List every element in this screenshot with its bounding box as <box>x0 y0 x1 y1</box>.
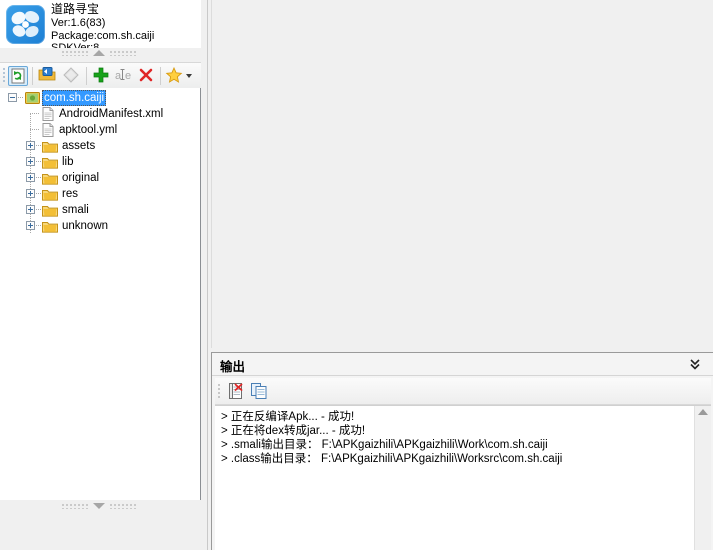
expand-expander-icon[interactable] <box>26 221 35 230</box>
tree-row[interactable]: original <box>0 170 200 186</box>
splitter-grip-right <box>110 51 138 56</box>
left-bottom-filler <box>0 512 207 550</box>
log-line: > 正在反编译Apk... - 成功! <box>221 411 355 423</box>
tree-bottom-splitter[interactable] <box>0 500 207 512</box>
output-toolbar-grip[interactable] <box>218 384 221 398</box>
folder-icon <box>42 204 58 217</box>
tree-row[interactable]: apktool.yml <box>0 122 200 138</box>
tree-row[interactable]: assets <box>0 138 200 154</box>
tree-node-label[interactable]: smali <box>60 202 91 218</box>
tree-row[interactable]: AndroidManifest.xml <box>0 106 200 122</box>
splitter-grip-left <box>62 504 90 509</box>
scroll-up-arrow-icon[interactable] <box>698 409 708 415</box>
expand-expander-icon[interactable] <box>26 157 35 166</box>
tree-connector <box>36 209 41 210</box>
app-info-header: 道路寻宝 Ver:1.6(83) Package:com.sh.caiji SD… <box>0 0 207 48</box>
svg-text:e: e <box>125 70 131 82</box>
tree-connector <box>36 177 41 178</box>
caret-down-icon[interactable] <box>186 74 192 78</box>
app-version: Ver:1.6(83) <box>51 17 106 29</box>
splitter-line <box>207 0 208 550</box>
collapse-expander-icon[interactable] <box>8 93 17 102</box>
toolbar-separator-2 <box>86 67 87 85</box>
folder-icon <box>42 140 58 153</box>
tree-node-label[interactable]: assets <box>60 138 97 154</box>
double-chevron-down-icon[interactable] <box>688 357 702 371</box>
butterfly-app-icon <box>6 5 45 44</box>
toolbar-grip[interactable] <box>3 68 6 84</box>
tree-connector <box>36 145 41 146</box>
tree-row[interactable]: unknown <box>0 218 200 234</box>
expand-expander-icon[interactable] <box>26 141 35 150</box>
folder-icon <box>42 220 58 233</box>
folder-icon <box>42 188 58 201</box>
tree-node-label[interactable]: original <box>60 170 101 186</box>
tree-connector <box>36 161 41 162</box>
tree-connector <box>30 129 40 130</box>
favorite-button[interactable] <box>165 66 185 86</box>
triangle-up-icon[interactable] <box>93 50 105 56</box>
compile-button[interactable] <box>62 66 82 86</box>
log-line: > .class输出目录： F:\APKgaizhili\APKgaizhili… <box>221 453 563 465</box>
tree-row[interactable]: com.sh.caiji <box>0 90 200 106</box>
expand-expander-icon[interactable] <box>26 205 35 214</box>
editor-area[interactable] <box>211 0 713 348</box>
tree-connector <box>30 113 40 114</box>
app-name: 道路寻宝 <box>51 2 100 16</box>
copy-output-button[interactable] <box>250 382 268 400</box>
triangle-down-icon[interactable] <box>93 503 105 509</box>
apk-package-icon <box>25 91 40 105</box>
svg-text:a: a <box>115 70 122 82</box>
tree-row[interactable]: res <box>0 186 200 202</box>
output-log[interactable]: > 正在反编译Apk... - 成功! > 正在将dex转成jar... - 成… <box>215 405 711 550</box>
splitter-grip-right <box>110 504 138 509</box>
log-line: > .smali输出目录： F:\APKgaizhili\APKgaizhili… <box>221 439 548 451</box>
yml-file-icon <box>42 123 54 137</box>
splitter-grip-left <box>62 51 90 56</box>
tree-row[interactable]: smali <box>0 202 200 218</box>
log-line: > 正在将dex转成jar... - 成功! <box>221 425 366 437</box>
expand-expander-icon[interactable] <box>26 173 35 182</box>
app-package: Package:com.sh.caiji <box>51 29 155 42</box>
output-panel-header: 输出 <box>212 353 713 376</box>
rename-button[interactable]: a e <box>114 66 134 86</box>
tree-node-label[interactable]: unknown <box>60 218 110 234</box>
tree-connector <box>36 193 41 194</box>
left-panel: 道路寻宝 Ver:1.6(83) Package:com.sh.caiji SD… <box>0 0 207 550</box>
output-panel: 输出 > 正在反编译Apk... - 成功! > 正在将dex转成jar... … <box>211 352 713 550</box>
expand-expander-icon[interactable] <box>26 189 35 198</box>
toolbar-separator-1 <box>32 67 33 85</box>
tree-node-root-label[interactable]: com.sh.caiji <box>42 90 107 106</box>
toolbar-separator-3 <box>160 67 161 85</box>
output-log-scrollbar[interactable] <box>694 406 711 550</box>
add-button[interactable] <box>92 66 112 86</box>
tree-toolbar: a e <box>0 62 207 90</box>
header-splitter[interactable] <box>0 48 207 58</box>
refresh-button[interactable] <box>8 66 28 86</box>
folder-icon <box>42 156 58 169</box>
project-tree[interactable]: com.sh.caiji AndroidManifest.xml apktool… <box>0 88 201 500</box>
apk-tool-window: 道路寻宝 Ver:1.6(83) Package:com.sh.caiji SD… <box>0 0 713 550</box>
output-panel-title: 输出 <box>220 360 246 374</box>
tree-connector <box>18 97 24 98</box>
tree-node-label[interactable]: lib <box>60 154 76 170</box>
open-folder-button[interactable] <box>38 66 58 86</box>
output-toolbar <box>215 378 711 405</box>
vertical-splitter[interactable] <box>201 0 211 550</box>
delete-button[interactable] <box>137 66 157 86</box>
tree-node-label[interactable]: res <box>60 186 80 202</box>
tree-connector <box>36 225 41 226</box>
xml-file-icon <box>42 107 54 121</box>
right-panel: 输出 > 正在反编译Apk... - 成功! > 正在将dex转成jar... … <box>211 0 713 550</box>
tree-node-label[interactable]: AndroidManifest.xml <box>57 106 165 122</box>
app-info-text: 道路寻宝 Ver:1.6(83) Package:com.sh.caiji SD… <box>51 0 207 48</box>
tree-node-label[interactable]: apktool.yml <box>57 122 119 138</box>
folder-icon <box>42 172 58 185</box>
tree-row[interactable]: lib <box>0 154 200 170</box>
clear-output-button[interactable] <box>227 382 245 400</box>
